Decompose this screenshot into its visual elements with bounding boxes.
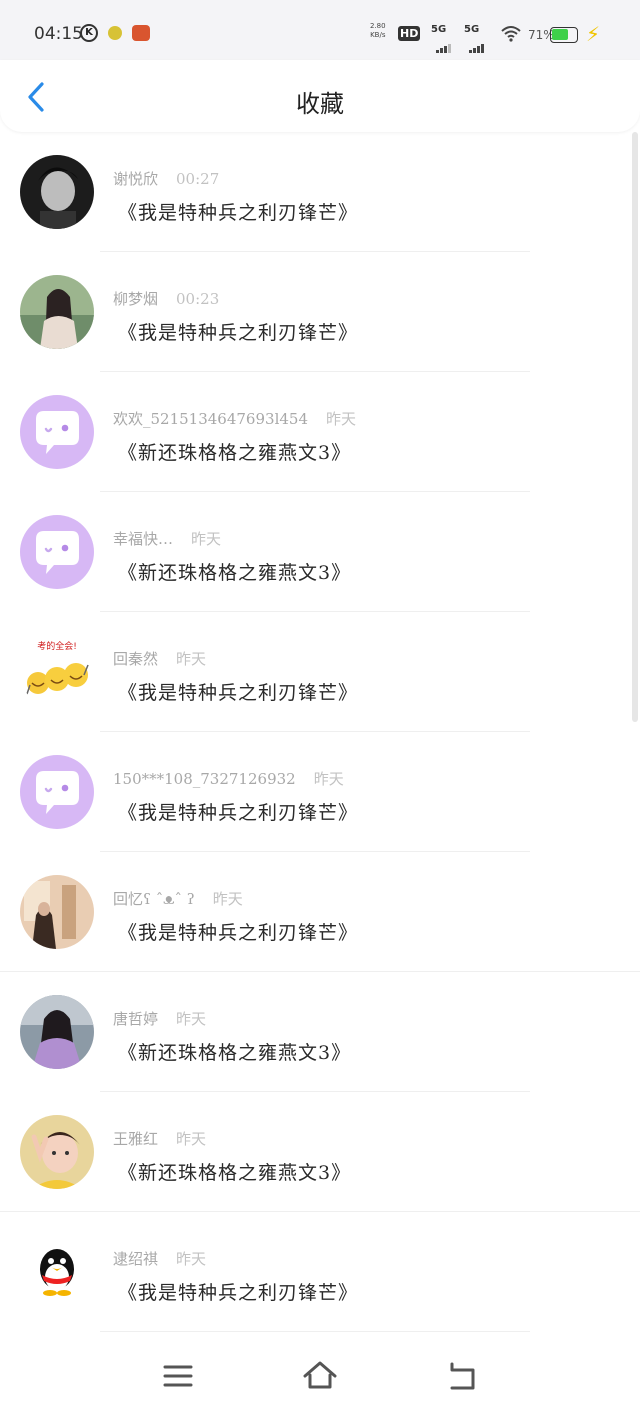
favorite-author-name: 回秦然 (113, 650, 159, 668)
avatar[interactable] (20, 515, 94, 589)
avatar[interactable] (20, 155, 94, 229)
scrollbar[interactable] (632, 132, 638, 722)
favorite-content[interactable]: 《我是特种兵之利刃锋芒》 (118, 798, 358, 825)
network-speed: 2.80 KB/s (370, 22, 386, 40)
notification-app-icon-2 (132, 25, 150, 41)
favorite-author-name: 逮绍祺 (113, 1250, 159, 1268)
home-icon[interactable] (302, 1358, 338, 1394)
favorite-meta: 唐哲婷 昨天 (113, 1008, 206, 1029)
favorite-item[interactable]: 唐哲婷 昨天《新还珠格格之雍燕文3》 (0, 972, 640, 1092)
back-icon[interactable] (444, 1358, 480, 1394)
favorite-item[interactable]: 考的全会! 回秦然 昨天《我是特种兵之利刃锋芒》 (0, 612, 640, 732)
avatar[interactable] (20, 1235, 94, 1309)
avatar[interactable]: 考的全会! (20, 635, 94, 709)
favorite-author-name: 王雅红 (113, 1130, 159, 1148)
favorite-author-name: 回忆ʕ ˆᴥˆ ʔ (113, 890, 195, 908)
favorite-author-name: 柳梦烟 (113, 290, 159, 308)
k-badge-icon: K (80, 24, 98, 42)
battery-icon (550, 27, 578, 43)
favorite-content[interactable]: 《新还珠格格之雍燕文3》 (118, 438, 351, 465)
favorite-item[interactable]: 王雅红 昨天《新还珠格格之雍燕文3》 (0, 1092, 640, 1212)
favorites-list[interactable]: 谢悦欣 00:27 《我是特种兵之利刃锋芒》 柳梦烟 00:23 《我是特种兵之利刃锋芒》… (0, 132, 640, 1332)
status-bar: 04:15 K 2.80 KB/s HD 5G 5G 71% ⚡ (0, 0, 640, 60)
signal-icon (436, 34, 452, 53)
menu-icon[interactable] (160, 1358, 196, 1394)
avatar[interactable] (20, 875, 94, 949)
favorite-item[interactable]: 回忆ʕ ˆᴥˆ ʔ 昨天《我是特种兵之利刃锋芒》 (0, 852, 640, 972)
favorite-time: 昨天 (212, 890, 243, 908)
network-speed-value: 2.80 (370, 22, 386, 30)
favorite-meta: 150***108_7327126932 昨天 (113, 768, 344, 789)
favorite-item[interactable]: 幸福快… 昨天《新还珠格格之雍燕文3》 (0, 492, 640, 612)
favorite-time: 昨天 (313, 770, 344, 788)
network-speed-unit: KB/s (370, 31, 386, 39)
page-header: 收藏 (0, 60, 640, 132)
battery-fill (552, 29, 568, 40)
favorite-meta: 回秦然 昨天 (113, 648, 206, 669)
favorite-item[interactable]: 谢悦欣 00:27 《我是特种兵之利刃锋芒》 (0, 132, 640, 252)
avatar[interactable] (20, 275, 94, 349)
favorite-item[interactable]: 150***108_7327126932 昨天《我是特种兵之利刃锋芒》 (0, 732, 640, 852)
system-nav-bar (0, 1340, 640, 1415)
status-time: 04:15 (34, 24, 83, 44)
favorite-time: 昨天 (176, 1010, 207, 1028)
favorite-meta: 回忆ʕ ˆᴥˆ ʔ 昨天 (113, 888, 243, 909)
favorite-meta: 王雅红 昨天 (113, 1128, 206, 1149)
favorite-meta: 谢悦欣 00:27 (113, 168, 219, 189)
favorite-meta: 幸福快… 昨天 (113, 528, 221, 549)
wifi-icon (501, 26, 521, 42)
favorite-author-name: 欢欢_5215134647693l454 (113, 410, 308, 428)
favorite-content[interactable]: 《我是特种兵之利刃锋芒》 (118, 318, 358, 345)
charging-icon: ⚡ (586, 22, 601, 46)
avatar[interactable] (20, 395, 94, 469)
favorite-item[interactable]: 逮绍祺 昨天《我是特种兵之利刃锋芒》 (0, 1212, 640, 1332)
favorite-content[interactable]: 《我是特种兵之利刃锋芒》 (118, 678, 358, 705)
avatar[interactable] (20, 1115, 94, 1189)
favorite-content[interactable]: 《新还珠格格之雍燕文3》 (118, 1158, 351, 1185)
favorite-meta: 逮绍祺 昨天 (113, 1248, 206, 1269)
favorite-time: 昨天 (176, 1250, 207, 1268)
svg-text:考的全会!: 考的全会! (37, 640, 77, 652)
favorite-author-name: 唐哲婷 (113, 1010, 159, 1028)
favorite-meta: 欢欢_5215134647693l454 昨天 (113, 408, 356, 429)
avatar[interactable] (20, 995, 94, 1069)
favorite-author-name: 幸福快… (113, 530, 174, 548)
page-title: 收藏 (296, 90, 344, 118)
favorite-time: 昨天 (176, 650, 207, 668)
favorite-time: 00:23 (176, 290, 220, 308)
favorite-content[interactable]: 《我是特种兵之利刃锋芒》 (118, 918, 358, 945)
favorite-time: 昨天 (326, 410, 357, 428)
favorite-time: 昨天 (176, 1130, 207, 1148)
favorite-content[interactable]: 《我是特种兵之利刃锋芒》 (118, 198, 358, 225)
favorite-item[interactable]: 欢欢_5215134647693l454 昨天《新还珠格格之雍燕文3》 (0, 372, 640, 492)
notification-app-icon (108, 26, 122, 40)
favorite-time: 00:27 (176, 170, 220, 188)
favorite-item[interactable]: 柳梦烟 00:23 《我是特种兵之利刃锋芒》 (0, 252, 640, 372)
favorite-content[interactable]: 《我是特种兵之利刃锋芒》 (118, 1278, 358, 1305)
avatar[interactable] (20, 755, 94, 829)
favorite-author-name: 150***108_7327126932 (113, 770, 296, 788)
favorite-content[interactable]: 《新还珠格格之雍燕文3》 (118, 558, 351, 585)
hd-icon: HD (398, 26, 421, 41)
favorite-meta: 柳梦烟 00:23 (113, 288, 219, 309)
divider (100, 1331, 530, 1332)
favorite-time: 昨天 (191, 530, 222, 548)
favorite-author-name: 谢悦欣 (113, 170, 159, 188)
favorite-content[interactable]: 《新还珠格格之雍燕文3》 (118, 1038, 351, 1065)
signal-icon-2 (469, 34, 485, 53)
